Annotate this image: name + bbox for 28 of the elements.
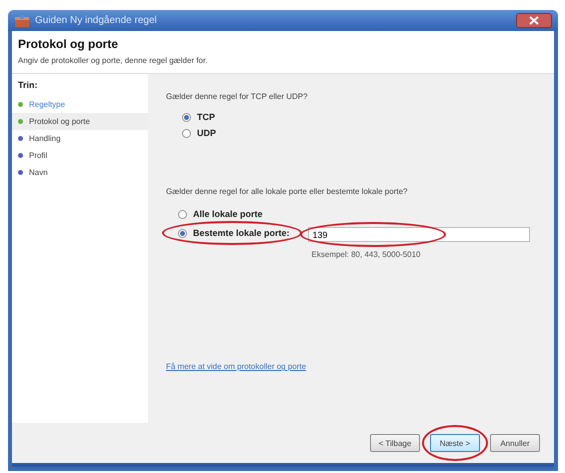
firewall-icon: [14, 14, 30, 28]
close-icon: [529, 16, 539, 25]
example-hint: Eksempel: 80, 443, 5000-5010: [312, 250, 422, 259]
step-item[interactable]: Protokol og porte: [12, 113, 148, 130]
radio-dot[interactable]: [178, 228, 187, 238]
radio-option[interactable]: UDP: [178, 127, 220, 139]
step-item[interactable]: Profil: [12, 147, 148, 164]
wizard-button[interactable]: Næste >: [430, 434, 480, 452]
window-title: Guiden Ny indgående regel: [35, 15, 157, 26]
radio-option[interactable]: Bestemte lokale porte:: [174, 227, 294, 239]
step-item[interactable]: Handling: [12, 130, 148, 147]
radio-option[interactable]: TCP: [178, 111, 219, 123]
step-item[interactable]: Regeltype: [12, 96, 148, 113]
radio-dot[interactable]: [178, 210, 187, 218]
ports-input[interactable]: 139: [308, 227, 530, 242]
close-button[interactable]: [516, 13, 552, 28]
question-text: Gælder denne regel for alle lokale porte eller bestemte lokale porte?: [166, 187, 408, 196]
radio-option[interactable]: Alle lokale porte: [174, 208, 267, 220]
question-text: Gælder denne regel for TCP eller UDP?: [166, 92, 309, 101]
page-heading: Protokol og porte: [18, 37, 119, 51]
page-subtitle: Angiv de protokoller og porte, denne regel gælder for.: [18, 56, 208, 65]
step-item[interactable]: Navn: [12, 164, 148, 181]
wizard-button[interactable]: Annuller: [490, 434, 540, 452]
steps-label: Trin:: [17, 80, 38, 92]
radio-dot[interactable]: [182, 112, 191, 122]
help-link[interactable]: Få mere at vide om protokoller og porte: [166, 362, 538, 371]
wizard-button[interactable]: < Tilbage: [370, 434, 420, 452]
radio-dot[interactable]: [182, 128, 191, 138]
